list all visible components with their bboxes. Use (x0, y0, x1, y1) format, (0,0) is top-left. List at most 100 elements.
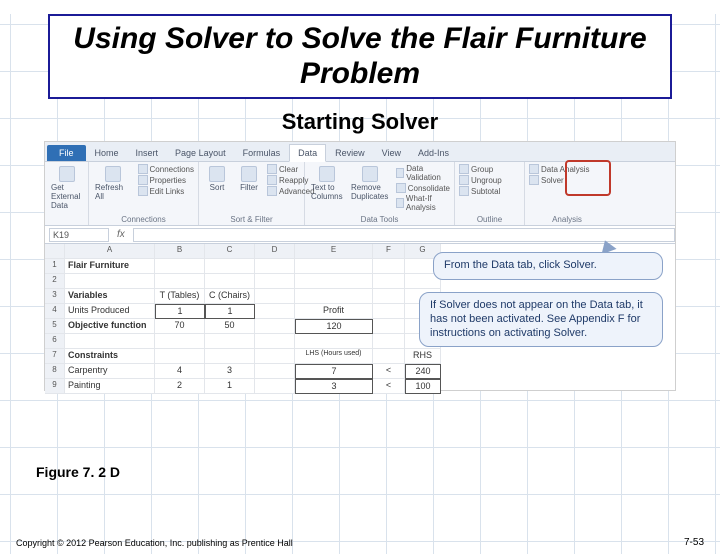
cell-B4[interactable]: 1 (155, 304, 205, 319)
cell-C3[interactable]: C (Chairs) (205, 289, 255, 304)
edit-links-button[interactable]: Edit Links (138, 186, 194, 196)
row-5[interactable]: 5 (45, 319, 65, 334)
cell-A4[interactable]: Units Produced (65, 304, 155, 319)
cell-D3[interactable] (255, 289, 295, 304)
cell-B8[interactable]: 4 (155, 364, 205, 379)
row-8[interactable]: 8 (45, 364, 65, 379)
row-6[interactable]: 6 (45, 334, 65, 349)
cell-F4[interactable] (373, 304, 405, 319)
cell-E7[interactable]: LHS (Hours used) (295, 349, 373, 364)
row-4[interactable]: 4 (45, 304, 65, 319)
cell-D6[interactable] (255, 334, 295, 349)
consolidate-button[interactable]: Consolidate (396, 183, 450, 193)
cell-B9[interactable]: 2 (155, 379, 205, 394)
tab-home[interactable]: Home (87, 145, 127, 161)
cell-C8[interactable]: 3 (205, 364, 255, 379)
cell-E4[interactable]: Profit (295, 304, 373, 319)
cell-D9[interactable] (255, 379, 295, 394)
data-analysis-button[interactable]: Data Analysis (529, 164, 589, 174)
cell-A7[interactable]: Constraints (65, 349, 155, 364)
cell-A3[interactable]: Variables (65, 289, 155, 304)
cell-F8[interactable]: < (373, 364, 405, 379)
row-3[interactable]: 3 (45, 289, 65, 304)
tab-view[interactable]: View (374, 145, 409, 161)
refresh-all-button[interactable]: Refresh All (93, 164, 134, 203)
cell-B7[interactable] (155, 349, 205, 364)
ungroup-button[interactable]: Ungroup (459, 175, 502, 185)
cell-B5[interactable]: 70 (155, 319, 205, 334)
corner-cell[interactable] (45, 244, 65, 259)
properties-button[interactable]: Properties (138, 175, 194, 185)
col-C[interactable]: C (205, 244, 255, 259)
filter-button[interactable]: Filter (235, 164, 263, 194)
col-D[interactable]: D (255, 244, 295, 259)
get-external-data-button[interactable]: Get External Data (49, 164, 84, 212)
cell-F7[interactable] (373, 349, 405, 364)
sort-button[interactable]: Sort (203, 164, 231, 194)
cell-C4[interactable]: 1 (205, 304, 255, 319)
cell-B6[interactable] (155, 334, 205, 349)
cell-F5[interactable] (373, 319, 405, 334)
formula-input[interactable] (133, 228, 675, 242)
row-1[interactable]: 1 (45, 259, 65, 274)
text-to-columns-button[interactable]: Text to Columns (309, 164, 345, 203)
cell-D4[interactable] (255, 304, 295, 319)
cell-A1[interactable]: Flair Furniture (65, 259, 155, 274)
cell-F6[interactable] (373, 334, 405, 349)
cell-F2[interactable] (373, 274, 405, 289)
col-F[interactable]: F (373, 244, 405, 259)
cell-C1[interactable] (205, 259, 255, 274)
data-validation-button[interactable]: Data Validation (396, 164, 450, 182)
cell-F9[interactable]: < (373, 379, 405, 394)
fx-icon[interactable]: fx (113, 229, 129, 240)
row-2[interactable]: 2 (45, 274, 65, 289)
cell-C5[interactable]: 50 (205, 319, 255, 334)
solver-button[interactable]: Solver (529, 175, 589, 185)
connections-button[interactable]: Connections (138, 164, 194, 174)
tab-page-layout[interactable]: Page Layout (167, 145, 234, 161)
col-E[interactable]: E (295, 244, 373, 259)
cell-F1[interactable] (373, 259, 405, 274)
tab-addins[interactable]: Add-Ins (410, 145, 457, 161)
tab-review[interactable]: Review (327, 145, 373, 161)
cell-E6[interactable] (295, 334, 373, 349)
cell-F3[interactable] (373, 289, 405, 304)
name-box[interactable]: K19 (49, 228, 109, 242)
cell-G9[interactable]: 100 (405, 379, 441, 394)
cell-C2[interactable] (205, 274, 255, 289)
tab-data[interactable]: Data (289, 144, 326, 162)
cell-E5[interactable]: 120 (295, 319, 373, 334)
cell-E9[interactable]: 3 (295, 379, 373, 394)
cell-D8[interactable] (255, 364, 295, 379)
cell-D2[interactable] (255, 274, 295, 289)
cell-E1[interactable] (295, 259, 373, 274)
cell-E8[interactable]: 7 (295, 364, 373, 379)
cell-D7[interactable] (255, 349, 295, 364)
cell-B2[interactable] (155, 274, 205, 289)
cell-C9[interactable]: 1 (205, 379, 255, 394)
cell-C6[interactable] (205, 334, 255, 349)
subtotal-button[interactable]: Subtotal (459, 186, 502, 196)
cell-A6[interactable] (65, 334, 155, 349)
col-A[interactable]: A (65, 244, 155, 259)
cell-E2[interactable] (295, 274, 373, 289)
cell-A5[interactable]: Objective function (65, 319, 155, 334)
cell-B1[interactable] (155, 259, 205, 274)
tab-formulas[interactable]: Formulas (235, 145, 289, 161)
cell-A8[interactable]: Carpentry (65, 364, 155, 379)
cell-D1[interactable] (255, 259, 295, 274)
row-7[interactable]: 7 (45, 349, 65, 364)
cell-C7[interactable] (205, 349, 255, 364)
row-9[interactable]: 9 (45, 379, 65, 394)
cell-B3[interactable]: T (Tables) (155, 289, 205, 304)
cell-E3[interactable] (295, 289, 373, 304)
tab-insert[interactable]: Insert (128, 145, 167, 161)
group-button[interactable]: Group (459, 164, 502, 174)
tab-file[interactable]: File (47, 145, 86, 161)
cell-D5[interactable] (255, 319, 295, 334)
remove-duplicates-button[interactable]: Remove Duplicates (349, 164, 392, 203)
cell-G8[interactable]: 240 (405, 364, 441, 379)
what-if-button[interactable]: What-If Analysis (396, 194, 450, 212)
cell-G7[interactable]: RHS (405, 349, 441, 364)
col-B[interactable]: B (155, 244, 205, 259)
